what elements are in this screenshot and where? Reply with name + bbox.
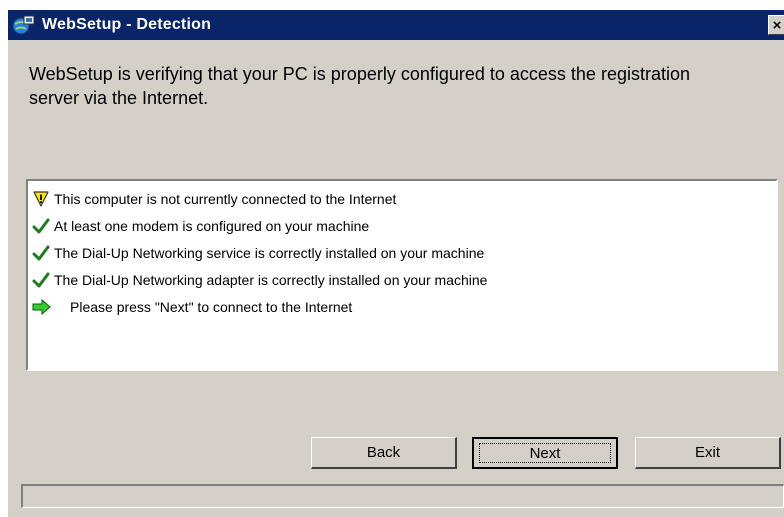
status-text: The Dial-Up Networking adapter is correc… <box>54 271 488 288</box>
list-item: At least one modem is configured on your… <box>28 212 776 239</box>
list-item: The Dial-Up Networking service is correc… <box>28 239 776 266</box>
list-item: The Dial-Up Networking adapter is correc… <box>28 266 776 293</box>
status-text: The Dial-Up Networking service is correc… <box>54 244 485 261</box>
dialog-window: WebSetup - Detection × WebSetup is verif… <box>8 10 784 517</box>
websetup-app-icon <box>12 14 36 36</box>
back-button[interactable]: Back <box>311 437 457 469</box>
checkmark-icon <box>32 218 50 233</box>
next-button[interactable]: Next <box>472 437 618 469</box>
status-text: This computer is not currently connected… <box>54 190 397 207</box>
close-button[interactable]: × <box>768 15 784 35</box>
status-bar <box>21 484 784 508</box>
window-title: WebSetup - Detection <box>42 16 212 33</box>
status-text: Please press "Next" to connect to the In… <box>70 298 353 315</box>
checkmark-icon <box>32 245 50 260</box>
intro-text: WebSetup is verifying that your PC is pr… <box>29 64 690 108</box>
list-item: This computer is not currently connected… <box>28 185 776 212</box>
detection-status-list: This computer is not currently connected… <box>26 179 778 371</box>
title-bar[interactable]: WebSetup - Detection × <box>8 10 784 40</box>
checkmark-icon <box>32 272 50 287</box>
focus-rectangle <box>479 443 611 463</box>
warning-icon <box>33 190 49 207</box>
status-text: At least one modem is configured on your… <box>54 217 370 234</box>
list-item: Please press "Next" to connect to the In… <box>28 293 776 320</box>
exit-button[interactable]: Exit <box>635 437 781 469</box>
arrow-right-icon <box>32 298 51 315</box>
